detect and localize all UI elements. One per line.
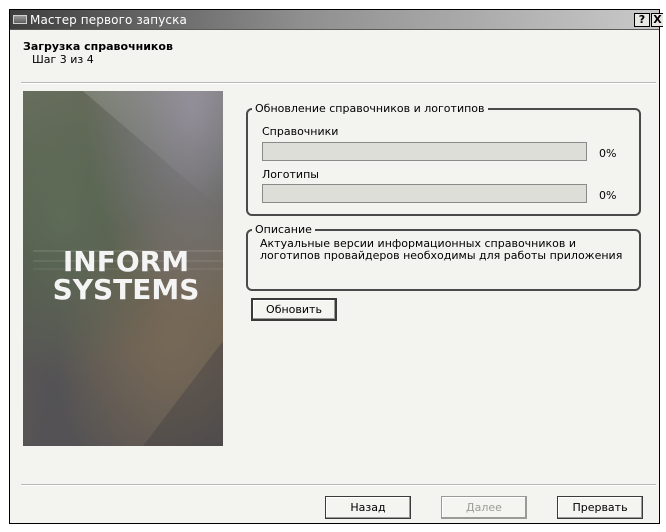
next-button[interactable]: Далее	[441, 496, 527, 519]
wizard-window: Мастер первого запуска ? X Загрузка спра…	[9, 9, 663, 524]
update-group-legend: Обновление справочников и логотипов	[255, 102, 485, 115]
app-icon	[13, 15, 27, 24]
refresh-button[interactable]: Обновить	[251, 298, 337, 321]
page-title: Загрузка справочников	[23, 40, 173, 53]
close-button[interactable]: X	[651, 13, 663, 27]
directories-label: Справочники	[262, 125, 339, 138]
logos-progress-bar	[262, 184, 587, 203]
logos-percent: 0%	[599, 189, 617, 202]
directories-progress-bar	[262, 142, 587, 161]
directories-percent: 0%	[599, 147, 617, 160]
description-text: Актуальные версии информационных справоч…	[260, 237, 623, 262]
window-title: Мастер первого запуска	[30, 13, 187, 27]
back-button[interactable]: Назад	[325, 496, 411, 519]
inform-systems-logo: INFORM SYSTEMS	[23, 91, 223, 446]
svg-text:SYSTEMS: SYSTEMS	[53, 273, 200, 306]
footer-divider	[21, 484, 656, 486]
header-divider	[21, 82, 656, 84]
step-indicator: Шаг 3 из 4	[32, 53, 94, 66]
cancel-button[interactable]: Прервать	[557, 496, 643, 519]
help-button[interactable]: ?	[634, 13, 650, 27]
logos-label: Логотипы	[262, 168, 319, 181]
banner-image: INFORM SYSTEMS	[23, 91, 223, 446]
description-group-legend: Описание	[255, 223, 312, 236]
title-bar[interactable]: Мастер первого запуска ? X	[10, 10, 663, 30]
